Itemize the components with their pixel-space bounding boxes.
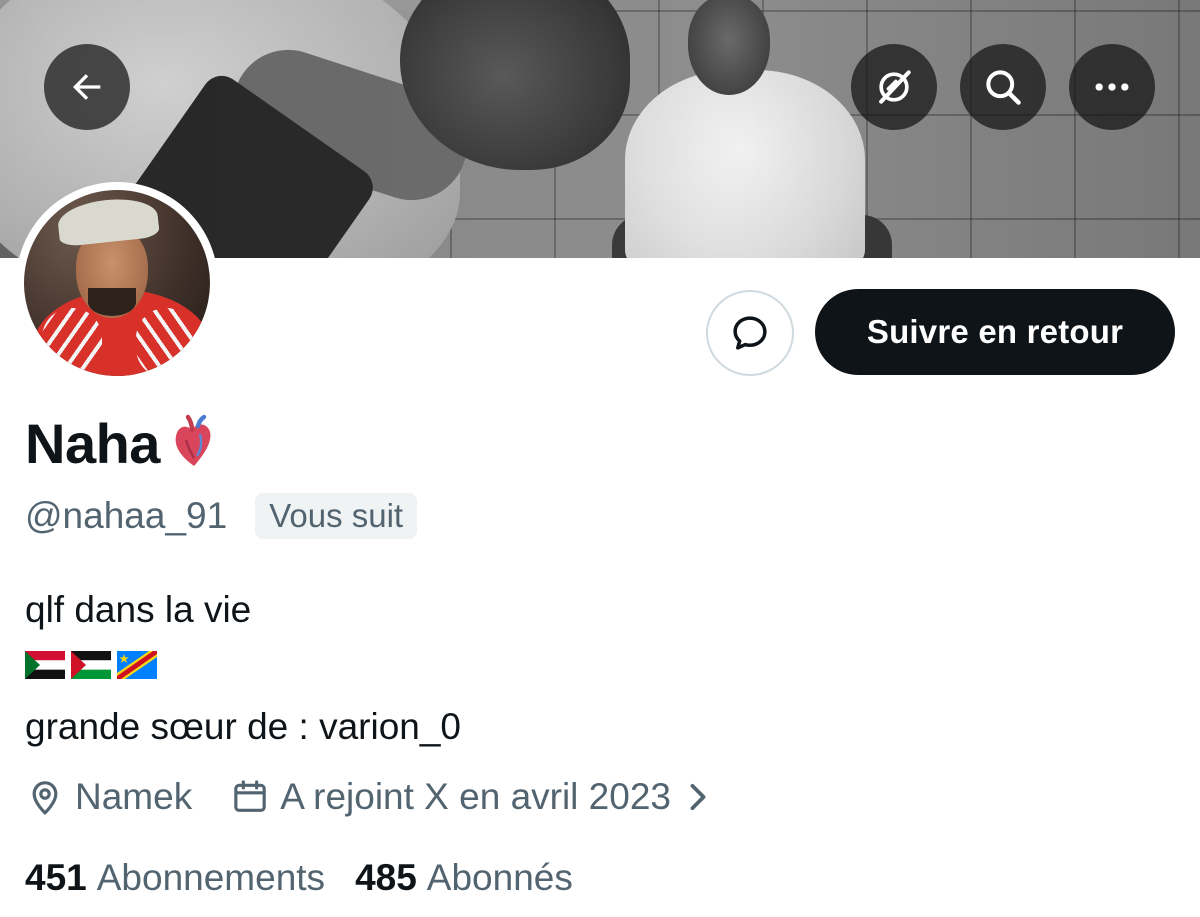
location-text: Namek [75, 776, 193, 817]
follow-back-button[interactable]: Suivre en retour [815, 289, 1175, 375]
message-button[interactable] [706, 290, 794, 376]
grok-button[interactable] [851, 44, 937, 130]
avatar-beard [88, 288, 136, 316]
bio-line: qlf dans la vie [25, 589, 252, 630]
more-button[interactable] [1069, 44, 1155, 130]
chevron-right-icon [690, 783, 706, 810]
arrow-left-icon [73, 74, 101, 100]
join-date-text: A rejoint X en avril 2023 [280, 776, 671, 817]
bio: qlf dans la vie [25, 585, 251, 635]
dr-congo-flag-icon [117, 651, 157, 679]
avatar-stripes-right [136, 308, 196, 376]
followers-count: 485 [355, 857, 417, 898]
handle: @nahaa_91 [25, 495, 228, 536]
following-label: Abonnements [96, 857, 326, 898]
follow-stats: 451 Abonnements 485 Abonnés [25, 853, 573, 903]
grok-icon [879, 70, 911, 104]
avatar-stripes-left [42, 308, 102, 376]
profile-meta: Namek A rejoint X en avril 2023 [25, 772, 721, 822]
display-name: Naha [25, 412, 160, 475]
search-icon [986, 70, 1021, 105]
back-button[interactable] [44, 44, 130, 130]
anatomical-heart-icon [170, 413, 218, 476]
message-bubble-icon [733, 316, 767, 350]
handle-row: @nahaa_91 Vous suit [25, 492, 418, 540]
search-button[interactable] [960, 44, 1046, 130]
location-pin-icon [32, 781, 58, 816]
location: Namek [25, 772, 192, 822]
more-horizontal-icon [1095, 83, 1129, 91]
followers-label: Abonnés [426, 857, 573, 898]
avatar[interactable] [16, 182, 218, 384]
sudan-flag-icon [25, 651, 65, 679]
calendar-icon [234, 780, 266, 812]
following-link[interactable]: 451 Abonnements [25, 853, 325, 903]
bio-flags [25, 651, 157, 679]
avatar-cap [56, 194, 160, 248]
name-row: Naha [25, 410, 218, 478]
followers-link[interactable]: 485 Abonnés [355, 853, 573, 903]
bio-line-2: grande sœur de : varion_0 [25, 706, 462, 747]
avatar-photo [24, 190, 210, 376]
palestine-flag-icon [71, 651, 111, 679]
follows-you-badge: Vous suit [255, 493, 418, 539]
following-count: 451 [25, 857, 87, 898]
join-date[interactable]: A rejoint X en avril 2023 [230, 772, 721, 822]
